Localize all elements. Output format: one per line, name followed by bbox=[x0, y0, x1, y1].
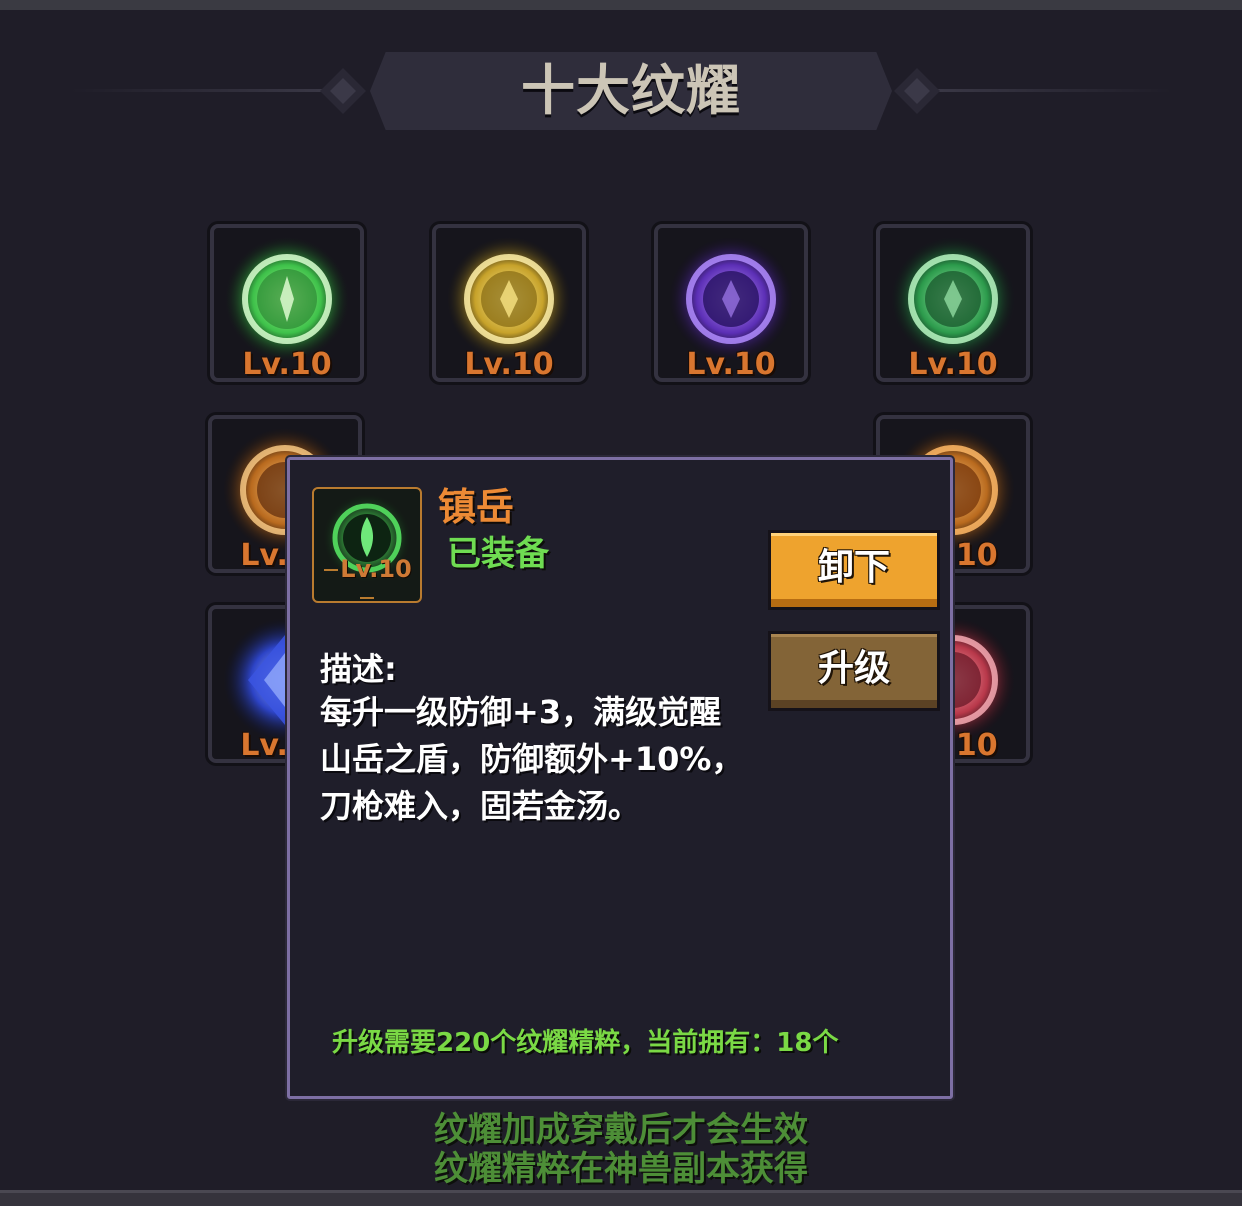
detail-glyph-frame: Lv.10 bbox=[312, 487, 422, 603]
upgrade-button[interactable]: 升级 bbox=[768, 631, 940, 711]
hint-text: 纹耀精粹在神兽副本获得 bbox=[434, 1149, 808, 1189]
equipped-status: 已装备 bbox=[447, 534, 549, 574]
emerald-leaf-ring-glyph-icon bbox=[891, 237, 1015, 361]
glyph-slot-4[interactable]: Lv.10 bbox=[876, 224, 1030, 382]
unequip-button[interactable]: 卸下 bbox=[768, 530, 940, 610]
diamond-ornament-left-icon bbox=[320, 68, 366, 114]
diamond-ornament-right-icon bbox=[894, 68, 940, 114]
slot-level-label: Lv.10 bbox=[242, 347, 332, 382]
page-title: 十大纹耀 bbox=[521, 59, 741, 122]
top-frame-bar bbox=[0, 0, 1242, 10]
description-line: 每升一级防御+3，满级觉醒 bbox=[320, 693, 722, 731]
gold-leaf-ring-glyph-icon bbox=[447, 237, 571, 361]
slot-level-label: Lv.10 bbox=[464, 347, 554, 382]
purple-leaf-ring-glyph-icon bbox=[669, 237, 793, 361]
detail-level-label: Lv.10 bbox=[314, 555, 420, 611]
glyph-slot-3[interactable]: Lv.10 bbox=[654, 224, 808, 382]
title-divider-right bbox=[932, 89, 1172, 92]
upgrade-requirement-text: 升级需要220个纹耀精粹，当前拥有：18个 bbox=[332, 1028, 839, 1058]
glyph-slot-1[interactable]: Lv.10 bbox=[210, 224, 364, 382]
glyph-name: 镇岳 bbox=[438, 485, 515, 529]
description-line: 山岳之盾，防御额外+10%， bbox=[320, 740, 744, 778]
bottom-frame-bar bbox=[0, 1190, 1242, 1206]
description-text: 每升一级防御+3，满级觉醒 山岳之盾，防御额外+10%， 刀枪难入，固若金汤。 bbox=[320, 689, 750, 830]
glyph-slot-2[interactable]: Lv.10 bbox=[432, 224, 586, 382]
glyph-detail-panel: Lv.10 镇岳 已装备 卸下 升级 描述: 每升一级防御+3，满级觉醒 山岳之… bbox=[287, 457, 953, 1099]
green-leaf-ring-glyph-icon bbox=[225, 237, 349, 361]
description-label: 描述: bbox=[320, 650, 397, 688]
description-line: 刀枪难入，固若金汤。 bbox=[320, 787, 641, 825]
slot-level-label: Lv.10 bbox=[908, 347, 998, 382]
slot-level-label: Lv.10 bbox=[686, 347, 776, 382]
title-divider-left bbox=[70, 89, 330, 92]
